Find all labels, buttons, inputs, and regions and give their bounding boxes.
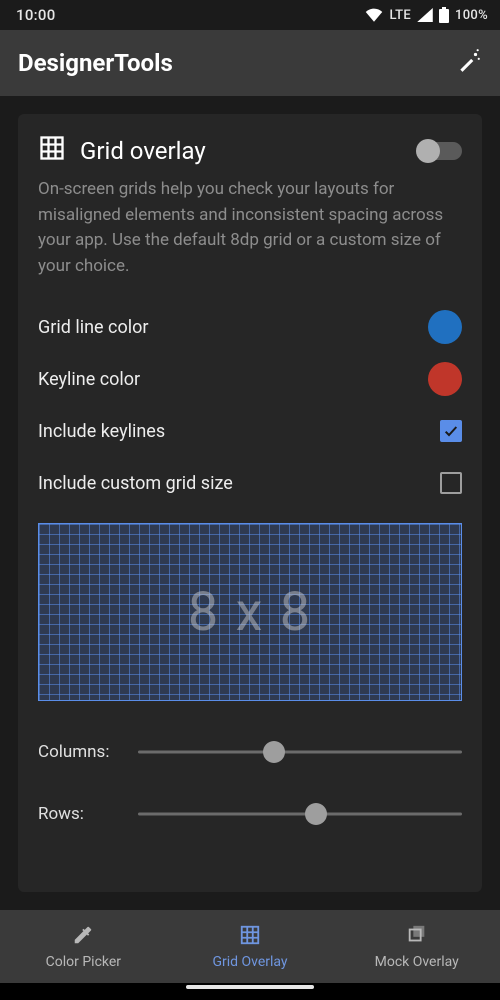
gesture-bar [0,983,500,1000]
card-title: Grid overlay [80,137,404,165]
columns-slider[interactable] [138,741,462,763]
grid-icon [38,134,66,167]
keyline-color-swatch[interactable] [428,362,462,396]
card-description: On-screen grids help you check your layo… [38,177,462,279]
grid-line-color-label: Grid line color [38,317,428,338]
content-area: Grid overlay On-screen grids help you ch… [0,96,500,910]
grid-icon [239,924,261,950]
wifi-icon [365,8,383,22]
app-title: DesignerTools [18,49,173,77]
include-keylines-label: Include keylines [38,421,440,442]
tab-grid-overlay[interactable]: Grid Overlay [167,910,334,983]
app-bar: DesignerTools [0,30,500,96]
rows-slider[interactable] [138,803,462,825]
bottom-nav: Color Picker Grid Overlay Mock Overlay [0,910,500,983]
rows-label: Rows: [38,804,124,824]
tab-label: Grid Overlay [212,954,287,970]
keyline-color-label: Keyline color [38,369,428,390]
status-bar: 10:00 LTE 100% [0,0,500,30]
battery-label: 100% [455,8,488,23]
grid-preview: 8 x 8 [38,523,462,701]
include-keylines-row[interactable]: Include keylines [38,405,462,457]
overlay-icon [406,924,428,950]
include-keylines-checkbox[interactable] [440,420,462,442]
tab-mock-overlay[interactable]: Mock Overlay [333,910,500,983]
custom-grid-size-checkbox[interactable] [440,472,462,494]
eyedropper-icon [72,924,94,950]
custom-grid-size-label: Include custom grid size [38,473,440,494]
columns-label: Columns: [38,742,124,762]
tab-color-picker[interactable]: Color Picker [0,910,167,983]
grid-line-color-swatch[interactable] [428,310,462,344]
grid-overlay-card: Grid overlay On-screen grids help you ch… [18,114,482,892]
columns-slider-row: Columns: [38,741,462,763]
custom-grid-size-row[interactable]: Include custom grid size [38,457,462,509]
keyline-color-row[interactable]: Keyline color [38,353,462,405]
home-indicator[interactable] [186,985,314,989]
battery-icon [439,7,449,23]
magic-wand-icon[interactable] [456,48,482,79]
signal-icon [417,8,433,22]
grid-preview-label: 8 x 8 [188,581,312,644]
rows-slider-row: Rows: [38,803,462,825]
grid-overlay-toggle[interactable] [418,142,462,160]
network-label: LTE [389,8,411,23]
card-header: Grid overlay [38,134,462,167]
grid-line-color-row[interactable]: Grid line color [38,301,462,353]
status-time: 10:00 [16,6,56,24]
tab-label: Mock Overlay [375,954,459,970]
tab-label: Color Picker [46,954,121,970]
